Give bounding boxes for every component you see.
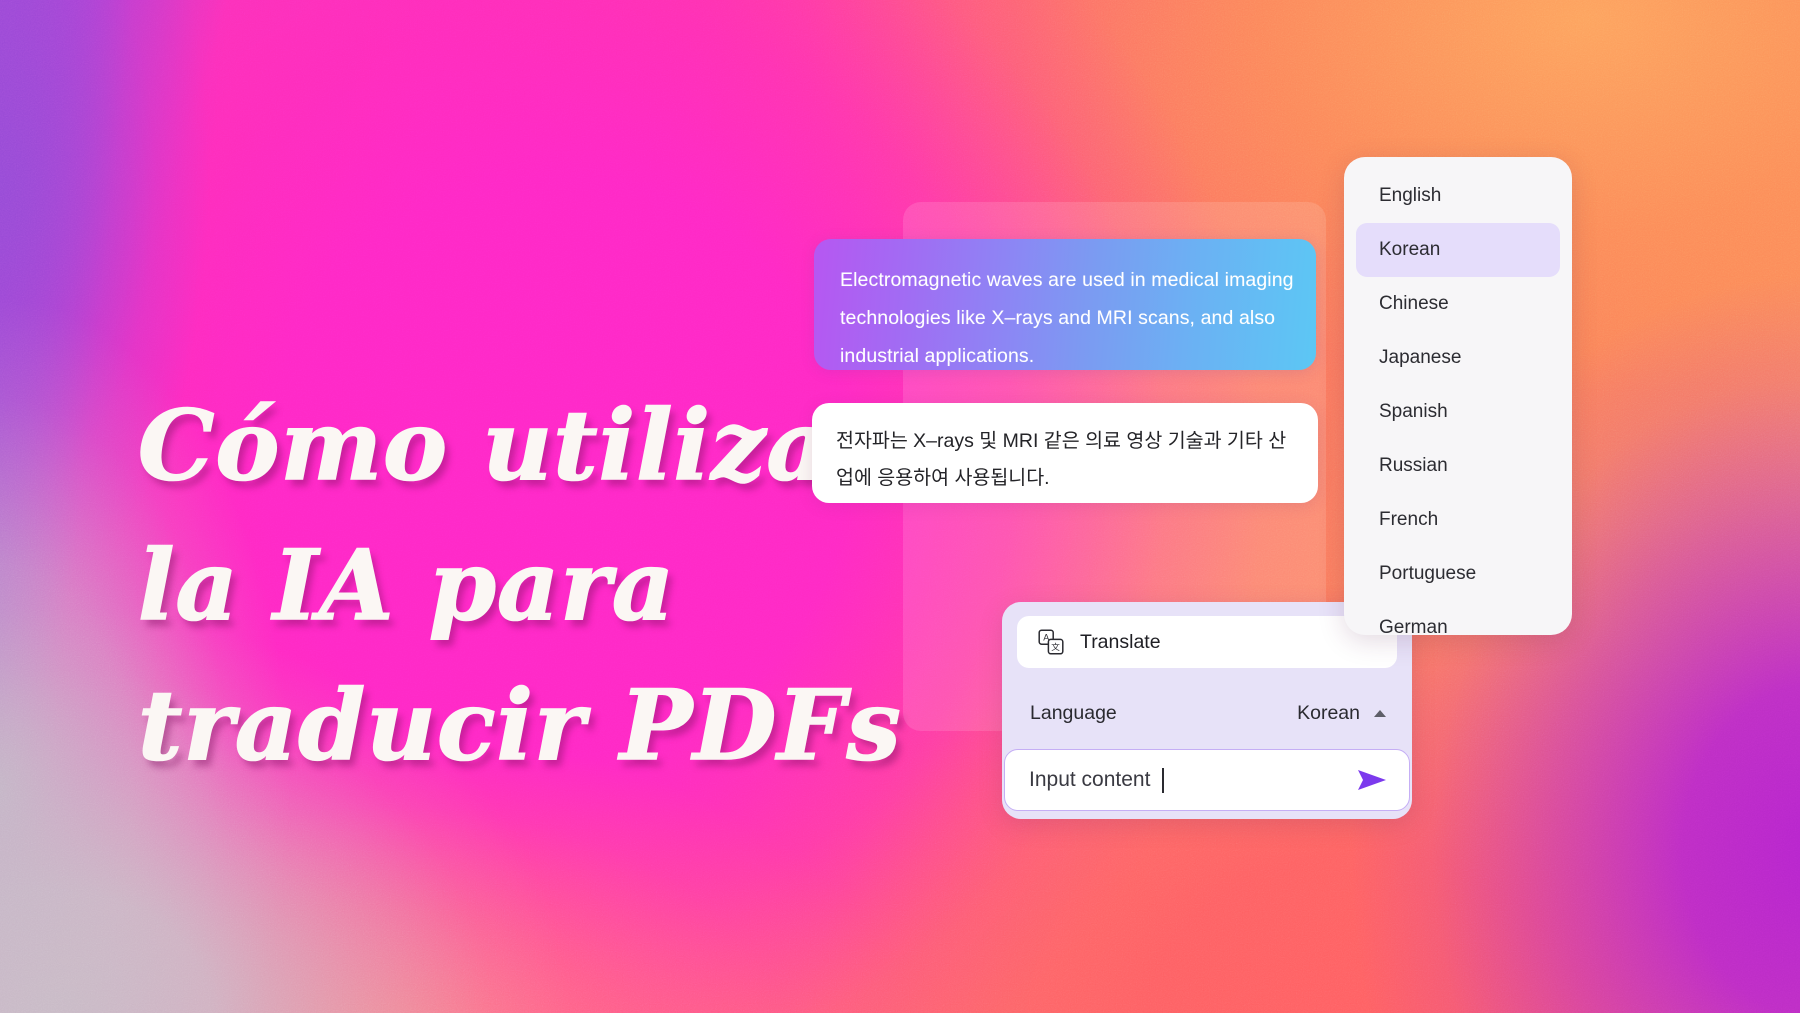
language-value: Korean xyxy=(1297,701,1360,724)
source-text-line-2: technologies like X–rays and MRI scans, … xyxy=(840,307,1276,329)
translated-text-line-2: 업에 응용하여 사용됩니다. xyxy=(836,467,1050,489)
svg-text:文: 文 xyxy=(1051,641,1060,653)
language-option-german[interactable]: German xyxy=(1356,601,1560,635)
translate-title-label: Translate xyxy=(1080,630,1161,653)
translate-card: A 文 Translate Language Korean Input cont… xyxy=(1002,602,1412,819)
language-option-english[interactable]: English xyxy=(1356,169,1560,223)
headline-line-2: la IA para xyxy=(137,529,676,644)
language-option-japanese[interactable]: Japanese xyxy=(1356,331,1560,385)
headline-line-1: Cómo utilizar xyxy=(137,389,882,504)
language-option-russian[interactable]: Russian xyxy=(1356,439,1560,493)
language-option-chinese[interactable]: Chinese xyxy=(1356,277,1560,331)
input-placeholder-text: Input content xyxy=(1029,768,1151,791)
chevron-up-icon[interactable] xyxy=(1374,709,1386,717)
language-label: Language xyxy=(1030,701,1117,724)
source-text-bubble: Electromagnetic waves are used in medica… xyxy=(814,239,1316,370)
text-caret xyxy=(1162,767,1165,793)
translate-icon: A 文 xyxy=(1038,629,1064,655)
language-dropdown-menu[interactable]: English Korean Chinese Japanese Spanish … xyxy=(1344,157,1572,635)
translate-title-row[interactable]: A 文 Translate xyxy=(1017,616,1397,668)
language-selector-row[interactable]: Language Korean xyxy=(1030,695,1392,731)
language-option-french[interactable]: French xyxy=(1356,493,1560,547)
translated-text-bubble: 전자파는 X–rays 및 MRI 같은 의료 영상 기술과 기타 산 업에 응… xyxy=(812,403,1318,503)
headline-line-3: traducir PDFs xyxy=(137,669,902,784)
language-option-portuguese[interactable]: Portuguese xyxy=(1356,547,1560,601)
input-content-field[interactable]: Input content xyxy=(1004,749,1410,811)
language-option-spanish[interactable]: Spanish xyxy=(1356,385,1560,439)
source-text-line-1: Electromagnetic waves are used in medica… xyxy=(840,269,1294,291)
page-title: Cómo utilizar la IA para traducir PDFs xyxy=(137,376,902,796)
translated-text-line-1: 전자파는 X–rays 및 MRI 같은 의료 영상 기술과 기타 산 xyxy=(836,430,1287,452)
source-text-line-3: industrial applications. xyxy=(840,345,1035,367)
promo-banner: Cómo utilizar la IA para traducir PDFs E… xyxy=(0,0,1800,1013)
language-option-korean[interactable]: Korean xyxy=(1356,223,1560,277)
send-icon[interactable] xyxy=(1355,767,1389,793)
